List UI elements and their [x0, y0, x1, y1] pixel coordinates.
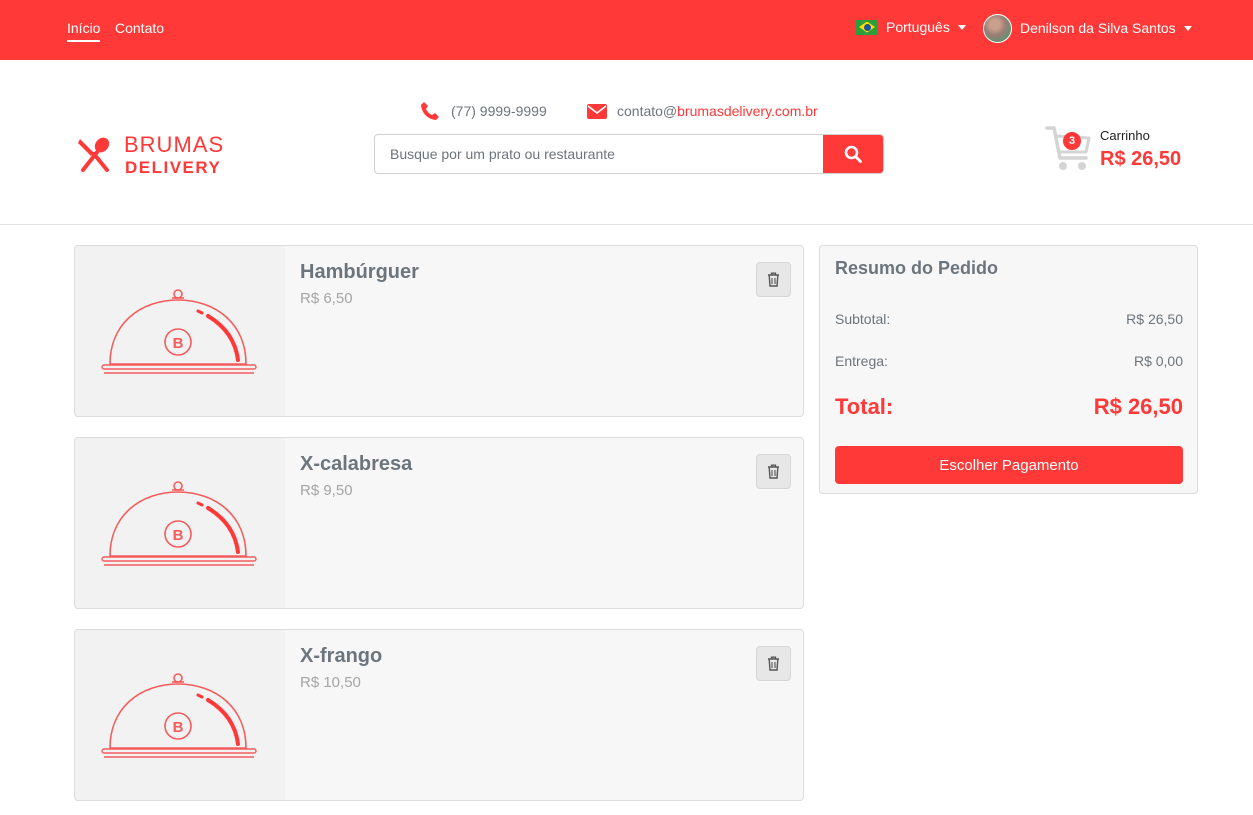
item-image: B — [75, 246, 285, 416]
envelope-icon — [587, 103, 607, 119]
spoon-knife-logo-icon — [78, 137, 110, 172]
cart-total: R$ 26,50 — [1100, 148, 1182, 170]
search-button[interactable] — [823, 135, 883, 173]
food-cloche-icon: B — [101, 481, 257, 566]
remove-item-button[interactable] — [756, 454, 791, 489]
brazil-flag-icon — [856, 19, 878, 35]
svg-text:B: B — [173, 335, 184, 352]
top-navbar: Início Contato Português Denilson da Sil… — [0, 0, 1253, 60]
delivery-label: Entrega: — [835, 353, 888, 369]
summary-title: Resumo do Pedido — [835, 258, 999, 278]
trash-icon — [768, 464, 779, 479]
delivery-row: Entrega: R$ 0,00 — [835, 353, 1183, 369]
user-dropdown[interactable]: Denilson da Silva Santos — [983, 13, 1192, 43]
contact-email: contato@ brumasdelivery.com.br — [587, 100, 818, 122]
nav-link-inicio[interactable]: Início — [67, 20, 101, 42]
remove-item-button[interactable] — [756, 262, 791, 297]
item-price: R$ 6,50 — [300, 290, 353, 307]
language-label: Português — [886, 19, 950, 35]
trash-icon — [768, 272, 779, 287]
caret-down-icon — [957, 24, 966, 30]
subtotal-row: Subtotal: R$ 26,50 — [835, 311, 1183, 327]
item-image: B — [75, 438, 285, 608]
cart-count-badge: 3 — [1063, 132, 1081, 150]
cart-item: B Hambúrguer R$ 6,50 — [74, 245, 804, 417]
subtotal-label: Subtotal: — [835, 311, 891, 327]
user-name: Denilson da Silva Santos — [1020, 20, 1176, 36]
delivery-value: R$ 0,00 — [1133, 353, 1183, 369]
email-domain[interactable]: brumasdelivery.com.br — [677, 103, 818, 119]
total-label: Total: — [835, 394, 894, 419]
cart-label: Carrinho — [1100, 128, 1150, 143]
item-name: X-frango — [300, 645, 383, 667]
search-input[interactable] — [375, 135, 823, 173]
subtotal-value: R$ 26,50 — [1126, 311, 1183, 327]
search-icon — [844, 145, 862, 163]
caret-down-icon — [1183, 25, 1192, 31]
phone-number: (77) 9999-9999 — [451, 103, 547, 119]
site-header: BRUMAS DELIVERY (77) 9999-9999 contato@ b… — [0, 60, 1253, 225]
trash-icon — [768, 656, 779, 671]
search-bar — [374, 134, 884, 174]
food-cloche-icon: B — [101, 673, 257, 758]
svg-text:B: B — [173, 719, 184, 736]
cart-summary[interactable]: 3 Carrinho R$ 26,50 — [1045, 124, 1195, 176]
item-price: R$ 10,50 — [300, 674, 361, 691]
item-price: R$ 9,50 — [300, 482, 353, 499]
item-name: Hambúrguer — [300, 261, 419, 283]
total-value: R$ 26,50 — [1093, 394, 1183, 419]
remove-item-button[interactable] — [756, 646, 791, 681]
logo-text-brumas: BRUMAS — [124, 132, 225, 157]
contact-phone: (77) 9999-9999 — [420, 100, 547, 122]
svg-text:B: B — [173, 527, 184, 544]
total-row: Total: R$ 26,50 — [835, 394, 1183, 420]
cart-item: B X-calabresa R$ 9,50 — [74, 437, 804, 609]
email-user: contato@ — [617, 103, 678, 119]
logo-text-delivery: DELIVERY — [125, 158, 222, 177]
language-dropdown[interactable]: Português — [856, 17, 966, 37]
phone-icon — [421, 102, 439, 120]
choose-payment-button[interactable]: Escolher Pagamento — [835, 446, 1183, 484]
brand-logo[interactable]: BRUMAS DELIVERY — [74, 132, 234, 182]
item-image: B — [75, 630, 285, 800]
food-cloche-icon: B — [101, 289, 257, 374]
nav-link-contato[interactable]: Contato — [115, 20, 164, 36]
avatar — [983, 13, 1012, 43]
item-name: X-calabresa — [300, 453, 413, 475]
cart-item: B X-frango R$ 10,50 — [74, 629, 804, 801]
order-summary: Resumo do Pedido Subtotal: R$ 26,50 Entr… — [819, 245, 1198, 494]
